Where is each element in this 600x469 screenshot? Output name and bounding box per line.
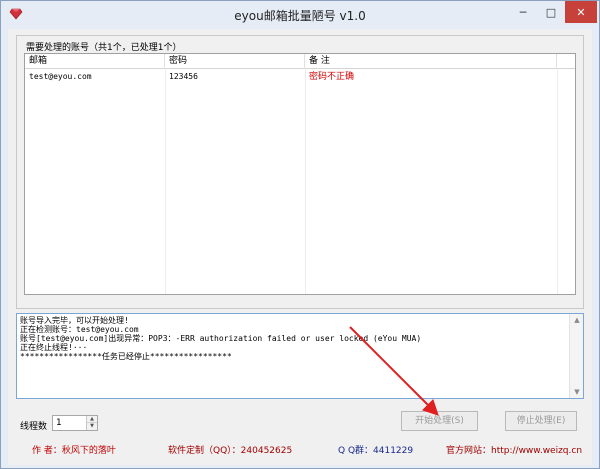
close-button[interactable]: ✕ — [565, 1, 597, 23]
minimize-button[interactable]: ─ — [509, 1, 537, 23]
stop-button[interactable]: 停止处理(E) — [505, 411, 577, 431]
spin-up-icon[interactable]: ▲ — [87, 416, 97, 423]
column-header-email[interactable]: 邮箱 — [25, 54, 165, 69]
log-line: 账号导入完毕，可以开始处理! — [20, 316, 129, 325]
cell-email: test@eyou.com — [29, 72, 92, 81]
threads-spinbox[interactable]: 1 ▲ ▼ — [52, 415, 98, 431]
accounts-listview[interactable]: 邮箱 密码 备 注 test@eyou.com 123456 密码不正确 — [24, 53, 576, 295]
log-textbox[interactable]: 账号导入完毕，可以开始处理! 正在检测账号：test@eyou.com 账号[t… — [16, 313, 584, 399]
spin-down-icon[interactable]: ▼ — [87, 423, 97, 430]
start-button[interactable]: 开始处理(S) — [401, 411, 478, 431]
cell-status: 密码不正确 — [309, 72, 355, 82]
column-header-password[interactable]: 密码 — [165, 54, 305, 69]
log-line: 账号[test@eyou.com]出现异常：POP3：-ERR authoriz… — [20, 334, 422, 343]
grid-line — [305, 69, 306, 294]
grid-line — [165, 69, 166, 294]
threads-value[interactable]: 1 — [56, 418, 62, 428]
listview-header: 邮箱 密码 备 注 — [25, 54, 575, 69]
accounts-group-title: 需要处理的账号（共1个，已处理1个） — [25, 40, 183, 53]
log-line: 正在检测账号：test@eyou.com — [20, 325, 139, 334]
client-area: 需要处理的账号（共1个，已处理1个） 邮箱 密码 备 注 test@eyou.c… — [8, 29, 592, 465]
threads-label: 线程数 — [20, 422, 48, 432]
custom-contact: 软件定制（QQ）：240452625 — [168, 446, 293, 456]
grid-line — [557, 69, 558, 294]
log-scrollbar[interactable]: ▲ ▼ — [569, 314, 583, 398]
title-bar[interactable]: eyou邮箱批量陋号 v1.0 ─ □ ✕ — [1, 1, 599, 29]
log-line: 正在终止线程!··· — [20, 343, 88, 352]
scroll-down-icon[interactable]: ▼ — [570, 386, 583, 398]
cell-password: 123456 — [169, 72, 198, 81]
official-site[interactable]: 官方网站：http://www.weizq.cn — [446, 443, 582, 456]
spin-buttons: ▲ ▼ — [86, 416, 97, 430]
column-header-note[interactable]: 备 注 — [305, 54, 557, 69]
log-line: *****************任务已经停止***************** — [20, 352, 232, 361]
maximize-button[interactable]: □ — [537, 1, 565, 23]
qq-group: Q Q群：4411229 — [338, 446, 414, 456]
scroll-up-icon[interactable]: ▲ — [570, 314, 583, 326]
table-row[interactable]: test@eyou.com 123456 密码不正确 — [25, 70, 575, 85]
app-window: eyou邮箱批量陋号 v1.0 ─ □ ✕ 需要处理的账号（共1个，已处理1个）… — [0, 0, 600, 469]
author-credit: 作 者：秋风下的落叶 — [32, 446, 116, 456]
